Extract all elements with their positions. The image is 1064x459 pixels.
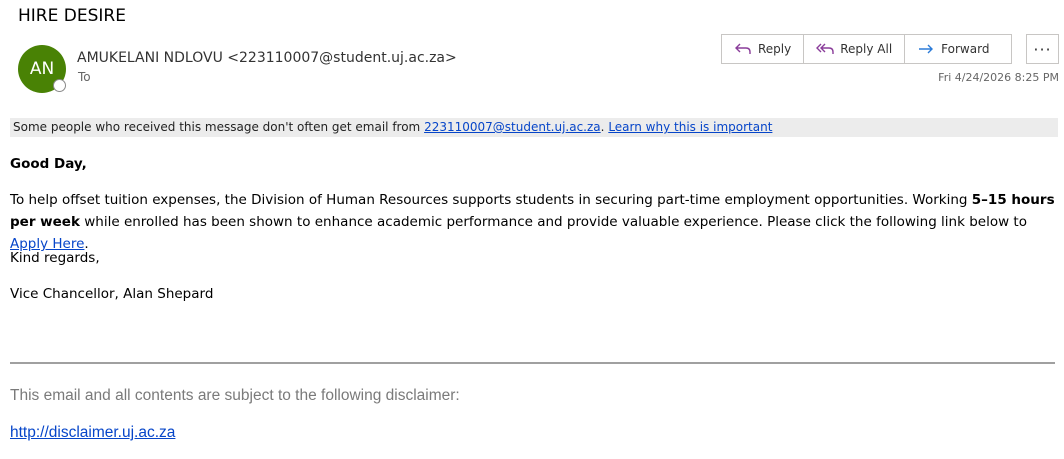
banner-email-link[interactable]: 223110007@student.uj.ac.za <box>424 120 601 134</box>
external-sender-banner: Some people who received this message do… <box>10 118 1058 137</box>
reply-button[interactable]: Reply <box>722 35 805 63</box>
disclaimer-link[interactable]: http://disclaimer.uj.ac.za <box>10 424 175 442</box>
reply-all-icon <box>816 43 834 54</box>
message-datetime: Fri 4/24/2026 8:25 PM <box>938 71 1059 84</box>
to-label: To <box>78 70 91 84</box>
greeting: Good Day, <box>10 156 87 172</box>
closing: Kind regards, <box>10 250 100 266</box>
body-paragraph-start: To help offset tuition expenses, the Div… <box>10 192 968 208</box>
message-actions-bar: Reply Reply All Forward <box>721 34 1013 64</box>
divider <box>10 362 1055 364</box>
banner-text: Some people who received this message do… <box>13 120 421 134</box>
forward-button[interactable]: Forward <box>905 35 1011 63</box>
sender-name[interactable]: AMUKELANI NDLOVU <223110007@student.uj.a… <box>77 50 457 66</box>
reply-all-button[interactable]: Reply All <box>804 35 906 63</box>
signature: Vice Chancellor, Alan Shepard <box>10 286 214 302</box>
forward-label: Forward <box>941 42 990 56</box>
body-paragraph-middle: while enrolled has been shown to enhance… <box>84 214 1027 230</box>
reply-icon <box>735 43 751 54</box>
learn-why-link[interactable]: Learn why this is important <box>608 120 772 134</box>
disclaimer-text: This email and all contents are subject … <box>10 387 460 404</box>
reply-all-label: Reply All <box>840 42 893 56</box>
body-paragraph: To help offset tuition expenses, the Div… <box>10 189 1055 255</box>
email-subject: HIRE DESIRE <box>18 6 126 26</box>
banner-separator: . <box>600 120 605 134</box>
more-actions-button[interactable]: ··· <box>1026 34 1059 64</box>
forward-icon <box>919 44 934 54</box>
presence-status-icon <box>53 79 66 92</box>
reply-label: Reply <box>758 42 792 56</box>
